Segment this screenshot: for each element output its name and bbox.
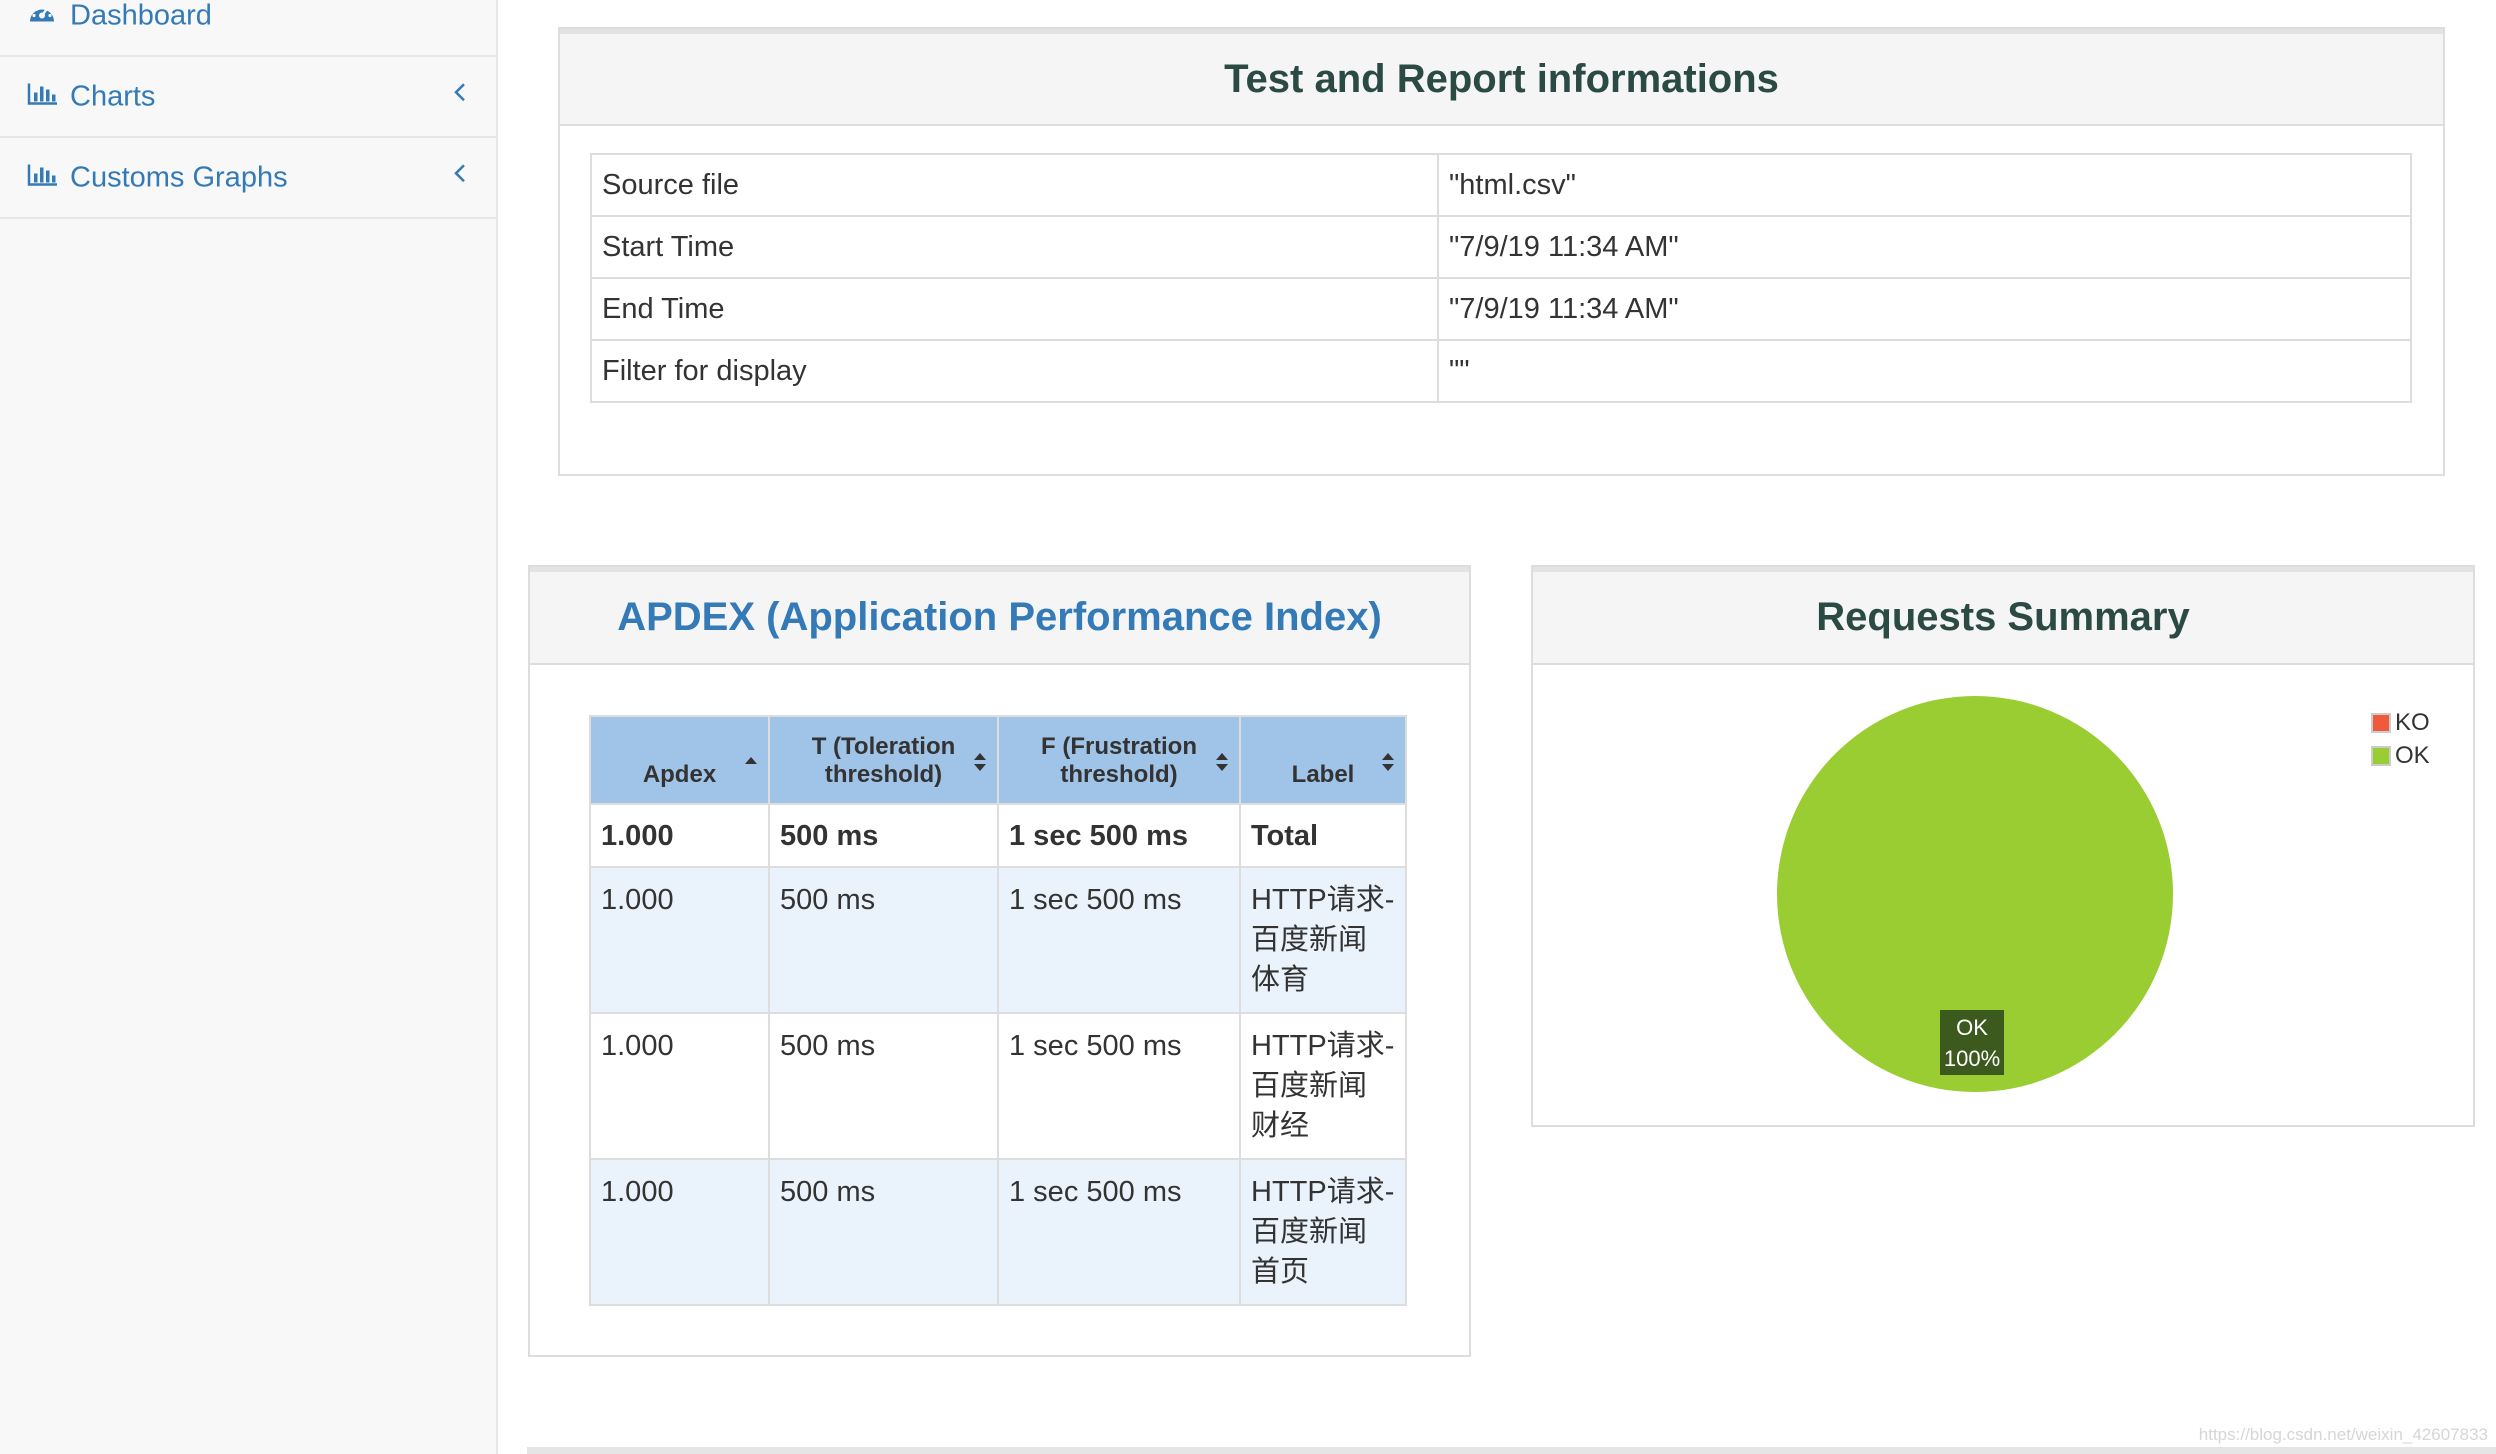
column-header-label: threshold)	[1060, 761, 1178, 788]
table-row-total: 1.000 500 ms 1 sec 500 ms Total	[589, 803, 1407, 868]
table-row: Source file "html.csv"	[590, 153, 2412, 217]
table-row: 1.000 500 ms 1 sec 500 ms HTTP请求-百度新闻财经	[589, 1012, 1407, 1160]
chevron-left-icon[interactable]	[453, 77, 467, 110]
chevron-left-icon[interactable]	[453, 158, 467, 191]
column-header-apdex[interactable]: Apdex	[589, 715, 770, 805]
info-key: Filter for display	[590, 339, 1439, 403]
cell-frustration: 1 sec 500 ms	[997, 803, 1241, 868]
cell-toleration: 500 ms	[768, 1012, 999, 1160]
table-row: 1.000 500 ms 1 sec 500 ms HTTP请求-百度新闻体育	[589, 866, 1407, 1014]
info-value: "7/9/19 11:34 AM"	[1437, 215, 2412, 279]
column-header-frustration[interactable]: F (Frustration threshold)	[997, 715, 1241, 805]
sidebar-item-dashboard[interactable]: Dashboard	[0, 0, 496, 57]
info-value: "7/9/19 11:34 AM"	[1437, 277, 2412, 341]
table-row: 1.000 500 ms 1 sec 500 ms HTTP请求-百度新闻首页	[589, 1158, 1407, 1306]
apdex-panel: APDEX (Application Performance Index) Ap…	[528, 565, 1471, 1357]
column-header-label: T (Toleration	[811, 733, 956, 760]
cell-frustration: 1 sec 500 ms	[997, 866, 1241, 1014]
info-key: Source file	[590, 153, 1439, 217]
sidebar-item-label: Dashboard	[70, 0, 212, 31]
cell-toleration: 500 ms	[768, 803, 999, 868]
column-header-label-col[interactable]: Label	[1239, 715, 1407, 805]
sort-asc-icon	[744, 751, 758, 779]
bar-chart-icon	[27, 80, 59, 113]
legend-swatch	[2371, 746, 2391, 766]
info-value: ""	[1437, 339, 2412, 403]
report-info-panel: Test and Report informations Source file…	[558, 27, 2445, 476]
info-value: "html.csv"	[1437, 153, 2412, 217]
cell-frustration: 1 sec 500 ms	[997, 1012, 1241, 1160]
sidebar-item-label: Charts	[70, 80, 156, 112]
watermark: https://blog.csdn.net/weixin_42607833	[2198, 1425, 2488, 1444]
pie-label-percent: 100%	[1943, 1046, 2001, 1071]
pie-data-label: OK 100%	[1940, 1010, 2004, 1075]
report-info-title: Test and Report informations	[560, 29, 2443, 126]
table-row: End Time "7/9/19 11:34 AM"	[590, 277, 2412, 341]
sidebar-item-label: Customs Graphs	[70, 161, 288, 193]
table-row: Start Time "7/9/19 11:34 AM"	[590, 215, 2412, 279]
column-header-label: Apdex	[642, 761, 717, 788]
column-header-label: F (Frustration	[1041, 733, 1197, 760]
cell-frustration: 1 sec 500 ms	[997, 1158, 1241, 1306]
cell-label: HTTP请求-百度新闻体育	[1239, 866, 1407, 1014]
table-row: Filter for display ""	[590, 339, 2412, 403]
cell-toleration: 500 ms	[768, 866, 999, 1014]
sort-both-icon	[1215, 751, 1229, 780]
sidebar: Dashboard Charts Customs Graphs	[0, 0, 498, 1454]
report-info-table: Source file "html.csv" Start Time "7/9/1…	[590, 153, 2412, 403]
cell-label: HTTP请求-百度新闻首页	[1239, 1158, 1407, 1306]
bar-chart-icon	[27, 161, 59, 194]
dashboard-icon	[27, 0, 57, 32]
cell-apdex: 1.000	[589, 1158, 770, 1306]
info-key: End Time	[590, 277, 1439, 341]
sort-both-icon	[973, 751, 987, 780]
apdex-table: Apdex T (Toleration threshold) F (Frustr…	[589, 715, 1407, 1306]
cell-apdex: 1.000	[589, 803, 770, 868]
cell-apdex: 1.000	[589, 1012, 770, 1160]
column-header-toleration[interactable]: T (Toleration threshold)	[768, 715, 999, 805]
legend-label: KO	[2395, 709, 2430, 736]
next-panel-edge	[527, 1447, 2496, 1454]
sort-both-icon	[1381, 751, 1395, 780]
legend-label: OK	[2395, 742, 2430, 769]
cell-toleration: 500 ms	[768, 1158, 999, 1306]
cell-apdex: 1.000	[589, 866, 770, 1014]
column-header-label: threshold)	[824, 761, 943, 788]
sidebar-item-customs-graphs[interactable]: Customs Graphs	[0, 138, 496, 219]
cell-label: Total	[1239, 803, 1407, 868]
cell-label: HTTP请求-百度新闻财经	[1239, 1012, 1407, 1160]
sidebar-item-charts[interactable]: Charts	[0, 57, 496, 138]
pie-label-name: OK	[1956, 1015, 1988, 1040]
info-key: Start Time	[590, 215, 1439, 279]
requests-summary-panel: Requests Summary OK 100% KO OK	[1531, 565, 2475, 1127]
apdex-title[interactable]: APDEX (Application Performance Index)	[530, 567, 1469, 665]
column-header-label: Label	[1291, 761, 1355, 788]
legend-swatch	[2371, 713, 2391, 733]
